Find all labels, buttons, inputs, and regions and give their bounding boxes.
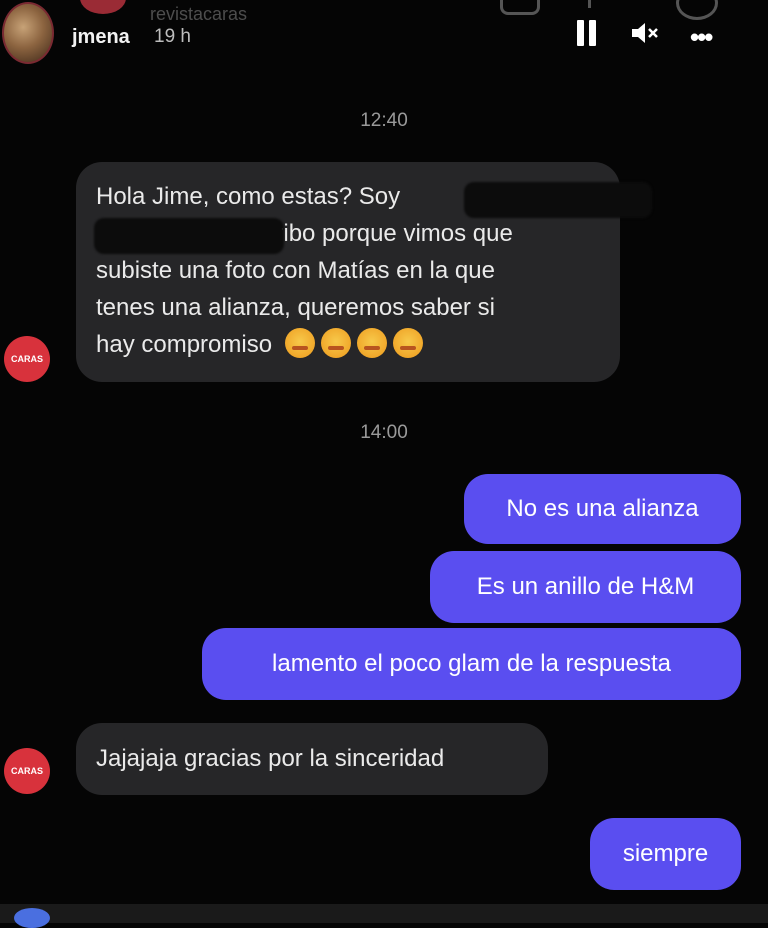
camera-icon[interactable] [14,908,50,928]
redacted-name [464,182,652,218]
ghost-username: revistacaras [150,4,248,24]
face-exhaling-emoji-icon [320,328,351,358]
story-time: 19 h [154,26,191,47]
incoming-message: Jajajaja gracias por la sinceridad [76,723,548,795]
message-composer[interactable] [0,904,768,923]
outgoing-message: Es un anillo de H&M [430,551,741,623]
more-options-icon[interactable]: ••• [690,22,713,53]
outgoing-message: No es una alianza [464,474,741,544]
mute-icon[interactable] [630,20,660,46]
incoming-message: Hola Jime, como estas? Soy Te escribo po… [76,162,652,382]
story-username[interactable]: jmena [72,26,130,49]
timestamp: 14:00 [360,422,408,443]
face-exhaling-emoji-icon [356,328,387,358]
pause-icon[interactable] [576,20,598,46]
sender-avatar[interactable]: CARAS [4,748,50,794]
speaker-muted-icon [632,23,658,43]
outgoing-message: siempre [590,818,741,890]
story-avatar[interactable] [2,2,54,64]
ghost-icon [500,0,540,15]
sender-avatar[interactable]: CARAS [4,336,50,382]
redacted-name [94,218,284,254]
ghost-icon [676,0,718,20]
message-line: tenes una alianza, queremos saber si [96,294,495,321]
timestamp: 12:40 [360,110,408,131]
message-line: hay compromiso [96,331,273,358]
face-exhaling-emoji-icon [284,328,315,358]
face-exhaling-emoji-icon [392,328,423,358]
ghost-avatar [80,0,126,14]
message-line-last: hay compromiso [96,326,600,363]
outgoing-message: lamento el poco glam de la respuesta [202,628,741,700]
ghost-icon [588,0,611,8]
message-line: subiste una foto con Matías en la que [96,257,495,284]
story-header: revistacaras jmena 19 h ••• [0,0,768,80]
